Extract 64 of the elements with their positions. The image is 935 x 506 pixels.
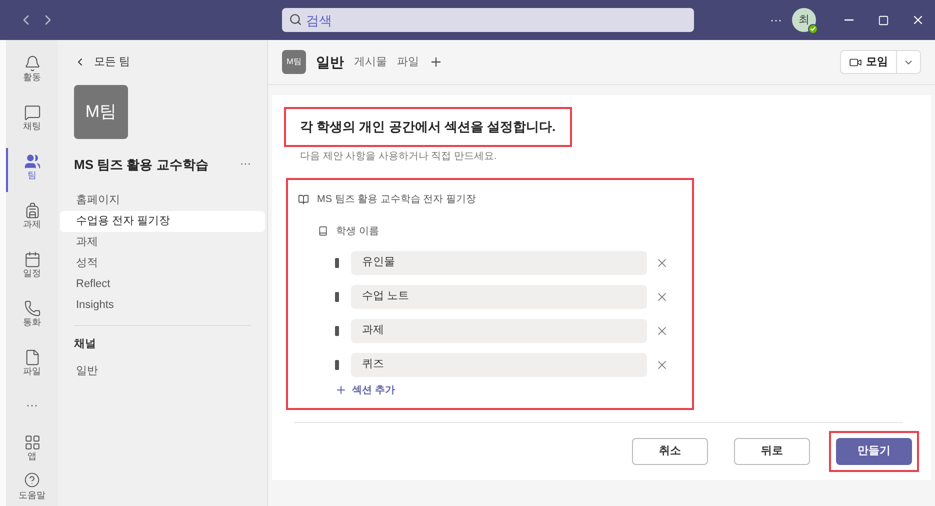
rail-item[interactable]: 활동: [6, 44, 58, 94]
notebook-name: MS 팀즈 활용 교수학습 전자 필기장: [317, 192, 476, 206]
rail-item[interactable]: 일정: [6, 240, 58, 290]
add-tab-icon[interactable]: [429, 55, 443, 69]
backpack-icon: [24, 202, 40, 220]
close-icon[interactable]: [911, 13, 925, 27]
section-name-field[interactable]: 수업 노트: [351, 284, 647, 308]
plus-icon: [335, 384, 347, 396]
section-icon: [335, 326, 339, 336]
selection-indicator: [6, 148, 8, 192]
more-button[interactable]: ···: [770, 11, 782, 29]
rail-item[interactable]: 팀: [6, 142, 58, 192]
channel-item[interactable]: 일반: [60, 360, 265, 382]
help-button[interactable]: 도움말: [18, 472, 46, 502]
more-apps-button[interactable]: ···: [6, 387, 58, 422]
user-avatar[interactable]: 최: [792, 8, 816, 32]
section-name-field[interactable]: 과제: [351, 318, 647, 342]
section-group-icon: [318, 226, 328, 236]
rail-item[interactable]: 앱: [6, 422, 58, 472]
add-section-button[interactable]: 섹션 추가: [335, 382, 395, 398]
people-icon: [24, 153, 40, 170]
dialog-button[interactable]: 뒤로: [734, 438, 810, 465]
team-menu-item[interactable]: 홈페이지: [60, 190, 265, 211]
grid-icon: [24, 434, 40, 451]
team-menu-item[interactable]: 과제: [60, 232, 265, 253]
team-name: MS 팀즈 활용 교수학습: [74, 156, 208, 174]
dialog-button[interactable]: 취소: [632, 438, 708, 465]
meet-button[interactable]: 모임: [841, 54, 896, 70]
dialog-subtitle: 다음 제안 사항을 사용하거나 직접 만드세요.: [300, 150, 498, 164]
file-icon: [24, 349, 40, 366]
maximize-icon[interactable]: [878, 14, 889, 26]
calendar-icon: [24, 251, 40, 268]
rail-item[interactable]: 과제: [6, 191, 58, 240]
channel-tab[interactable]: 파일: [397, 54, 419, 70]
section-icon: [335, 258, 339, 268]
chat-icon: [24, 104, 40, 122]
team-menu-item[interactable]: 수업용 전자 필기장: [60, 211, 265, 232]
channel-avatar: M팀: [282, 50, 306, 74]
rail-item[interactable]: 통화: [6, 289, 58, 338]
search-field[interactable]: 검색: [282, 8, 694, 32]
create-button[interactable]: 만들기: [836, 438, 912, 465]
channel-name: 일반: [316, 52, 344, 72]
channels-heading: 채널: [74, 337, 97, 352]
team-menu-item[interactable]: 성적: [60, 253, 265, 274]
section-name-field[interactable]: 퀴즈: [351, 352, 647, 376]
student-name-label: 학생 이름: [336, 224, 379, 238]
all-teams-link[interactable]: 모든 팀: [74, 54, 130, 70]
team-menu-item[interactable]: Insights: [60, 295, 265, 316]
rail-item[interactable]: 파일: [6, 338, 58, 388]
channel-tab[interactable]: 게시물: [354, 54, 387, 70]
rail-item[interactable]: 채팅: [6, 93, 58, 142]
section-name-field[interactable]: 유인물: [351, 250, 647, 274]
dialog-title: 각 학생의 개인 공간에서 섹션을 설정합니다.: [284, 107, 572, 146]
available-status-icon: [808, 24, 818, 34]
team-more-button[interactable]: ···: [240, 156, 251, 172]
bell-icon: [24, 55, 40, 72]
team-menu-item[interactable]: Reflect: [60, 274, 265, 295]
team-avatar: M팀: [74, 84, 128, 138]
section-icon: [335, 292, 339, 302]
search-icon: [289, 13, 302, 26]
phone-icon: [24, 300, 40, 318]
notebook-icon: [298, 194, 309, 204]
section-icon: [335, 360, 339, 370]
help-icon: [24, 472, 40, 488]
